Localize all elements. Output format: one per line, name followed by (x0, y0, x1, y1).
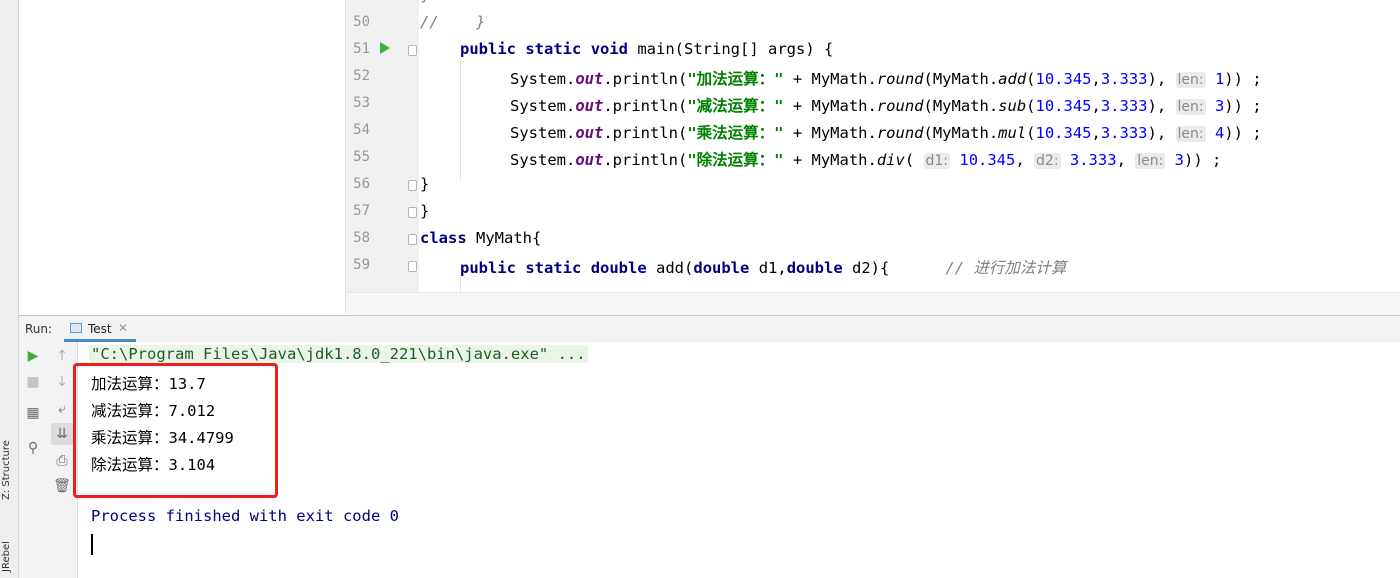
line-number: 52 (353, 68, 370, 84)
line-number: 49 (346, 0, 370, 3)
structure-tool-tab[interactable]: Z: Structure (1, 440, 12, 500)
red-highlight-box (73, 363, 278, 498)
code-line: } (420, 202, 430, 220)
left-tool-strip: Z: Structure JRebel (0, 0, 19, 578)
line-number: 54 (353, 122, 370, 138)
tab-label: Test (88, 322, 112, 336)
process-finished-message: Process finished with exit code 0 (91, 507, 399, 525)
run-tool-window-header: Run: Test ✕ (19, 315, 1400, 343)
line-number: 55 (353, 149, 370, 165)
line-number: 59 (353, 257, 370, 273)
editor-horizontal-scrollbar[interactable] (346, 292, 1400, 315)
line-number: 56 (353, 176, 370, 192)
code-line: // } (420, 13, 486, 31)
close-icon[interactable]: ✕ (118, 321, 128, 335)
pin-icon[interactable]: ⚲ (22, 437, 44, 459)
code-line: System.out.println("加法运算：" + MyMath.roun… (510, 70, 1262, 88)
restore-layout-icon[interactable]: ▦ (22, 402, 44, 424)
fold-marker-icon[interactable] (408, 234, 417, 245)
code-line: System.out.println("除法运算：" + MyMath.div(… (510, 151, 1222, 169)
fold-marker-icon[interactable] (408, 180, 417, 191)
tab-test[interactable]: Test ✕ (64, 316, 136, 342)
line-number: 57 (353, 203, 370, 219)
run-label: Run: (25, 322, 53, 336)
text-caret (91, 534, 93, 555)
code-line: class MyMath{ (420, 229, 542, 247)
stop-icon[interactable]: ■ (22, 371, 44, 393)
code-editor[interactable]: } // } public static void main(String[] … (419, 0, 1400, 292)
editor-gutter: 49 50 51 52 53 54 55 56 57 58 59 (346, 0, 419, 292)
fold-marker-icon[interactable] (408, 261, 417, 272)
line-number: 50 (353, 14, 370, 30)
print-icon[interactable]: ⎙ (51, 450, 73, 472)
code-line: } (420, 175, 430, 193)
fold-marker-icon[interactable] (408, 45, 417, 56)
code-line: public static double add(double d1,doubl… (460, 259, 1067, 277)
code-line: } (420, 0, 429, 4)
down-arrow-icon[interactable]: ↓ (51, 371, 73, 393)
run-gutter-icon[interactable] (380, 42, 390, 54)
run-toolbar-primary: ▶ ■ ▦ ⚲ (19, 342, 49, 578)
code-line: System.out.println("乘法运算：" + MyMath.roun… (510, 124, 1262, 142)
project-panel (19, 0, 346, 314)
line-number: 58 (353, 230, 370, 246)
up-arrow-icon[interactable]: ↑ (51, 345, 73, 367)
java-command-line: "C:\Program Files\Java\jdk1.8.0_221\bin\… (89, 345, 588, 363)
scroll-to-end-icon[interactable]: ⇊ (51, 423, 73, 445)
trash-icon[interactable]: 🗑 (51, 475, 73, 497)
jrebel-tool-tab[interactable]: JRebel (1, 541, 12, 572)
line-number: 53 (353, 95, 370, 111)
code-line: public static void main(String[] args) { (460, 40, 834, 58)
line-number: 51 (353, 41, 370, 57)
run-config-icon (70, 323, 82, 333)
rerun-icon[interactable]: ▶ (22, 345, 44, 367)
code-line: System.out.println("减法运算：" + MyMath.roun… (510, 97, 1262, 115)
soft-wrap-icon[interactable]: ⤶ (51, 398, 73, 420)
fold-marker-icon[interactable] (408, 207, 417, 218)
